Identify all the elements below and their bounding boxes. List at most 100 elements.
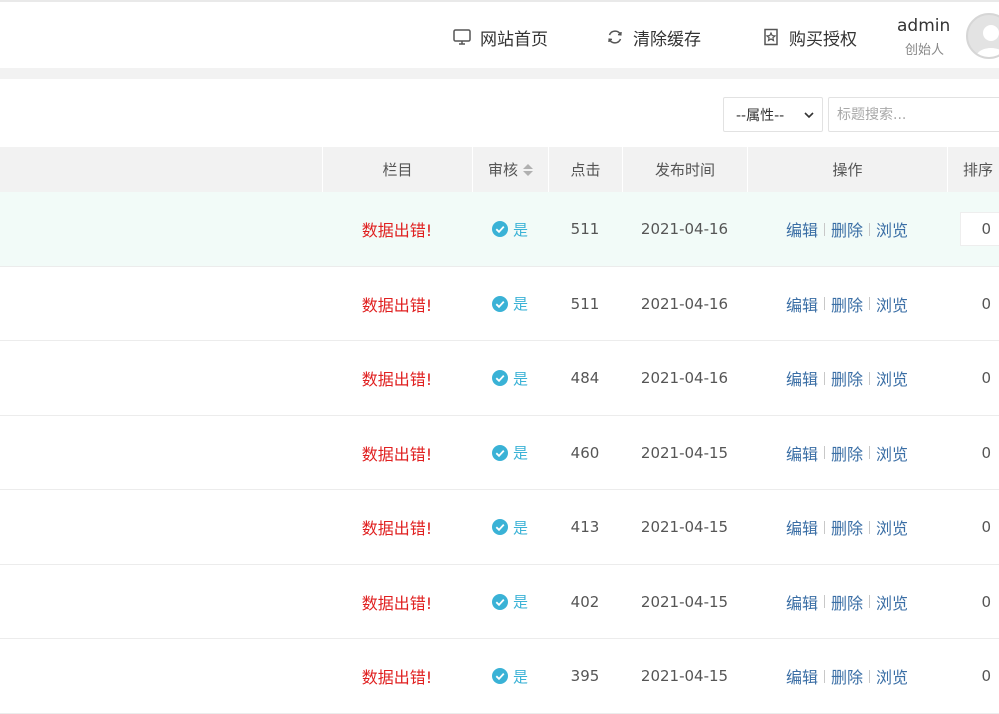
divider: [869, 446, 870, 459]
row-clicks: 395: [570, 667, 600, 685]
row-audit-label: 是: [512, 667, 528, 686]
column-header-audit[interactable]: 审核: [472, 147, 548, 192]
column-header-date: 发布时间: [622, 147, 747, 192]
row-audit-status[interactable]: 是: [472, 565, 548, 639]
row-audit-status[interactable]: 是: [472, 416, 548, 490]
column-header-actions: 操作: [747, 147, 947, 192]
divider: [823, 520, 825, 534]
attribute-select[interactable]: --属性--: [723, 97, 823, 132]
column-header-category: 栏目: [322, 147, 472, 192]
edit-link[interactable]: 编辑: [786, 590, 818, 614]
table-row: 数据出错! 是 511 2021-04-16 编辑 删除 浏览 0: [0, 267, 999, 341]
delete-link[interactable]: 删除: [831, 664, 863, 688]
nav-clear-cache[interactable]: 清除缓存: [605, 24, 701, 50]
refresh-icon: [605, 27, 625, 47]
check-circle-icon: [491, 593, 508, 610]
avatar[interactable]: [966, 13, 999, 59]
row-sort[interactable]: 0: [947, 565, 999, 639]
delete-link[interactable]: 删除: [831, 515, 863, 539]
column-header-clicks: 点击: [548, 147, 622, 192]
divider: [823, 446, 825, 459]
view-link[interactable]: 浏览: [876, 441, 908, 465]
row-actions: 编辑 删除 浏览: [747, 490, 947, 564]
edit-link[interactable]: 编辑: [786, 441, 818, 465]
nav-buy-license[interactable]: 购买授权: [761, 24, 857, 50]
row-audit-label: 是: [512, 518, 528, 537]
monitor-icon: [452, 27, 472, 47]
check-circle-icon: [491, 668, 508, 684]
check-circle-icon: [491, 295, 508, 312]
divider: [823, 371, 825, 385]
chevron-down-icon: [804, 112, 814, 119]
check-circle-icon: [491, 519, 508, 535]
delete-link[interactable]: 删除: [831, 292, 863, 316]
edit-link[interactable]: 编辑: [786, 515, 818, 539]
row-clicks: 460: [570, 443, 600, 462]
row-category: 数据出错!: [361, 295, 433, 315]
divider: [823, 595, 825, 608]
content-top-band: [0, 68, 999, 79]
row-sort[interactable]: 0: [947, 341, 999, 415]
delete-link[interactable]: 删除: [831, 366, 863, 390]
view-link[interactable]: 浏览: [876, 590, 908, 614]
table-row: 数据出错! 是 395 2021-04-15 编辑 删除 浏览 0: [0, 639, 999, 714]
row-category: 数据出错!: [361, 221, 433, 240]
divider: [869, 595, 870, 608]
row-audit-status[interactable]: 是: [472, 341, 548, 415]
row-audit-status[interactable]: 是: [472, 267, 548, 341]
edit-link[interactable]: 编辑: [786, 292, 818, 316]
column-header-audit-label: 审核: [487, 161, 518, 179]
view-link[interactable]: 浏览: [876, 366, 908, 390]
row-actions: 编辑 删除 浏览: [747, 565, 947, 639]
divider: [869, 669, 870, 683]
row-category: 数据出错!: [361, 593, 433, 613]
divider: [823, 297, 825, 310]
title-search-input[interactable]: [828, 97, 999, 132]
divider: [869, 297, 870, 310]
delete-link[interactable]: 删除: [831, 590, 863, 614]
row-clicks: 413: [570, 518, 600, 536]
badge-star-icon: [761, 27, 781, 47]
sort-icon[interactable]: [523, 163, 533, 176]
divider: [869, 520, 870, 534]
table-row: 数据出错! 是 402 2021-04-15 编辑 删除 浏览 0: [0, 565, 999, 639]
edit-link[interactable]: 编辑: [786, 366, 818, 390]
row-clicks: 511: [570, 294, 600, 313]
row-sort[interactable]: 0: [947, 639, 999, 713]
delete-link[interactable]: 删除: [831, 217, 863, 241]
row-date: 2021-04-15: [640, 667, 729, 685]
row-date: 2021-04-15: [640, 443, 729, 462]
row-audit-label: 是: [512, 369, 528, 388]
table-row: 数据出错! 是 460 2021-04-15 编辑 删除 浏览 0: [0, 416, 999, 490]
row-actions: 编辑 删除 浏览: [747, 639, 947, 713]
row-sort[interactable]: 0: [947, 490, 999, 564]
delete-link[interactable]: 删除: [831, 441, 863, 465]
view-link[interactable]: 浏览: [876, 664, 908, 688]
check-circle-icon: [491, 370, 508, 386]
view-link[interactable]: 浏览: [876, 515, 908, 539]
user-name[interactable]: admin: [897, 16, 950, 36]
divider: [869, 371, 870, 385]
view-link[interactable]: 浏览: [876, 217, 908, 241]
row-clicks: 484: [570, 369, 600, 387]
edit-link[interactable]: 编辑: [786, 664, 818, 688]
row-sort[interactable]: 0: [947, 416, 999, 490]
edit-link[interactable]: 编辑: [786, 217, 818, 241]
row-sort[interactable]: 0: [947, 192, 999, 266]
row-audit-status[interactable]: 是: [472, 490, 548, 564]
nav-clear-cache-label: 清除缓存: [633, 29, 701, 50]
row-sort[interactable]: 0: [947, 267, 999, 341]
user-role: 创始人: [905, 43, 945, 58]
row-audit-status[interactable]: 是: [472, 192, 548, 266]
row-date: 2021-04-15: [640, 592, 729, 611]
column-header-sort: 排序: [947, 147, 999, 192]
user-avatar-icon: [976, 25, 999, 57]
row-audit-label: 是: [512, 593, 528, 611]
divider: [869, 222, 870, 236]
row-date: 2021-04-16: [640, 294, 729, 313]
article-table-body: 数据出错! 是 511 2021-04-16 编辑 删除 浏览 0 数据出错! 是 …: [0, 192, 999, 714]
view-link[interactable]: 浏览: [876, 292, 908, 316]
divider: [823, 669, 825, 683]
nav-site-home[interactable]: 网站首页: [452, 24, 548, 50]
row-audit-status[interactable]: 是: [472, 639, 548, 713]
